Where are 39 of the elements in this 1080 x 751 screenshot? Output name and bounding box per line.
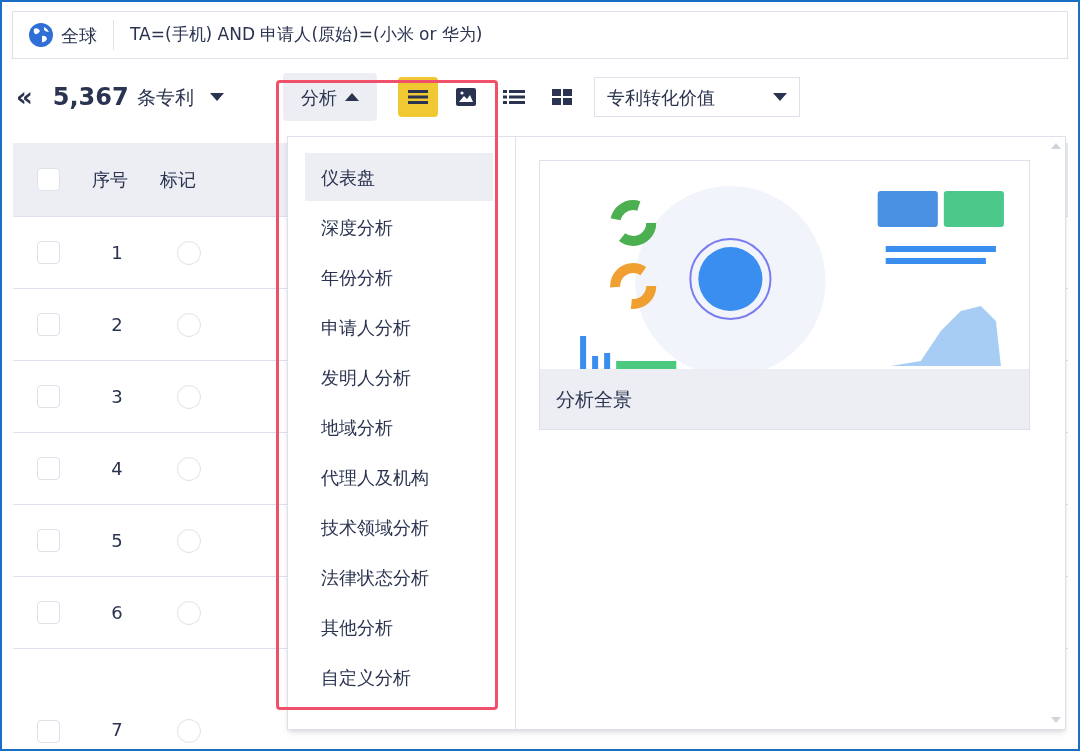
preview-title: 分析全景 (556, 386, 632, 412)
search-bar[interactable]: 全球 TA=(手机) AND 申请人(原始)=(小米 or 华为) (12, 11, 1068, 59)
row-number: 5 (110, 529, 124, 553)
analysis-menu-item[interactable]: 仪表盘 (305, 153, 493, 201)
row-checkbox[interactable] (37, 457, 60, 480)
caret-icon (209, 93, 224, 101)
view-mode-button[interactable] (397, 77, 438, 117)
grid-icon (551, 89, 572, 105)
row-checkbox[interactable] (37, 529, 60, 552)
row-checkbox[interactable] (37, 313, 60, 336)
result-unit: 条专利 (136, 84, 194, 110)
analysis-button[interactable]: 分析 (282, 73, 377, 121)
scroll-up-icon[interactable] (1051, 143, 1061, 149)
result-count: 5,367 (52, 82, 129, 113)
row-checkbox[interactable] (37, 241, 60, 264)
row-checkbox[interactable] (37, 601, 60, 624)
globe-icon (29, 23, 53, 47)
select-all-checkbox[interactable] (37, 168, 60, 191)
caret-icon (344, 93, 359, 101)
column-header: 标记 (160, 168, 196, 192)
row-number: 7 (110, 718, 124, 742)
row-checkbox[interactable] (37, 385, 60, 408)
row-number: 1 (110, 241, 124, 265)
row-number: 2 (110, 313, 124, 337)
scope-label: 全球 (61, 23, 97, 48)
row-number: 4 (110, 457, 124, 481)
scroll-down-icon[interactable] (1051, 717, 1061, 723)
sort-select[interactable]: 专利转化价值 (593, 77, 800, 117)
query-text: TA=(手机) AND 申请人(原始)=(小米 or 华为) (130, 23, 483, 47)
caret-icon (772, 93, 787, 101)
menu-icon (407, 89, 428, 105)
preview-card[interactable]: 分析全景 (539, 160, 1030, 430)
image-icon (455, 88, 476, 106)
collapse-button[interactable]: « (16, 84, 33, 110)
row-checkbox[interactable] (37, 720, 60, 743)
row-number: 3 (110, 385, 124, 409)
column-header: 序号 (92, 168, 129, 192)
row-number: 6 (110, 601, 124, 625)
list-icon (502, 89, 525, 105)
